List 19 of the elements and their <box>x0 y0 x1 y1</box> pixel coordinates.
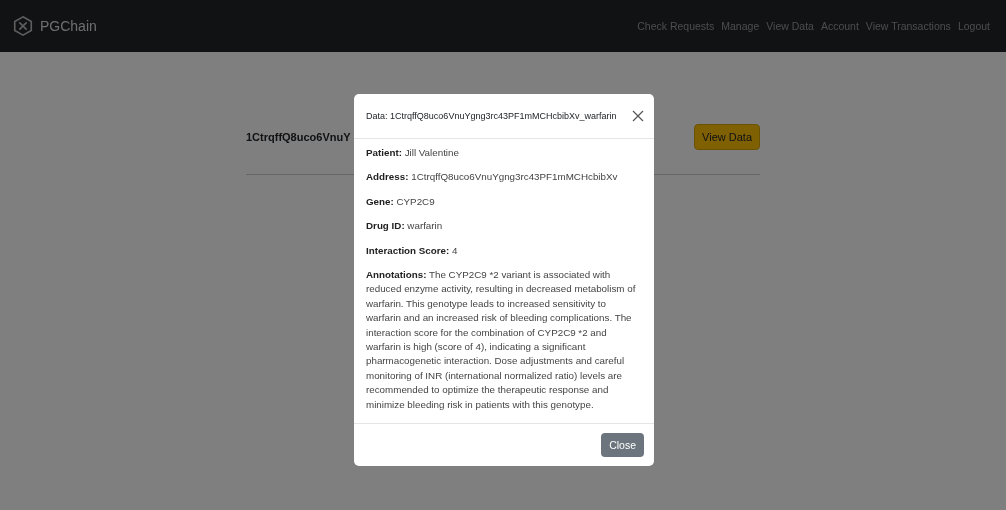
nav-link[interactable]: View Transactions <box>865 20 951 32</box>
nav-link[interactable]: Manage <box>721 20 760 32</box>
field-text: Annotations: The CYP2C9 *2 variant is associated with reduced enzyme activity, resulting in decreased metabolism of warfarin. This genotype leads to increased sensitivity to warfarin and an increased risk of bleeding complications. The interaction score for the combination of CYP2C9 *2 and warfarin is high (score of 4), indicating a significant pharmacogenetic interaction. Dose adjustments and careful monitoring of INR (international normalized ratio) levels are recommended to optimize the therapeutic response and minimize bleeding risk in patients with this genotype. <box>366 268 637 412</box>
close-icon[interactable] <box>632 110 644 122</box>
nav-link[interactable]: View Data <box>766 20 814 32</box>
hexagon-logo-icon[interactable] <box>12 15 34 37</box>
brand-link[interactable]: PGChain <box>40 18 97 34</box>
field-text: Address: 1CtrqffQ8uco6VnuYgng3rc43PF1mMCHcbibXv <box>366 170 619 185</box>
close-button[interactable]: Close <box>601 433 644 458</box>
view-data-button[interactable]: View Data <box>694 124 760 150</box>
field-text: Drug ID: warfarin <box>366 219 444 234</box>
address-text: 1CtrqffQ8uco6VnuY <box>246 131 351 143</box>
nav-link[interactable]: Check Requests <box>637 20 715 32</box>
field-text: Gene: CYP2C9 <box>366 194 436 209</box>
field-text: Patient: Jill Valentine <box>366 146 460 160</box>
nav-link[interactable]: Logout <box>957 20 990 32</box>
modal-title: Data: 1CtrqffQ8uco6VnuYgng3rc43PF1mMCHcbibXv_warfarin <box>366 111 617 121</box>
nav-link[interactable]: Account <box>820 20 859 32</box>
field-text: Interaction Score: 4 <box>366 243 459 258</box>
